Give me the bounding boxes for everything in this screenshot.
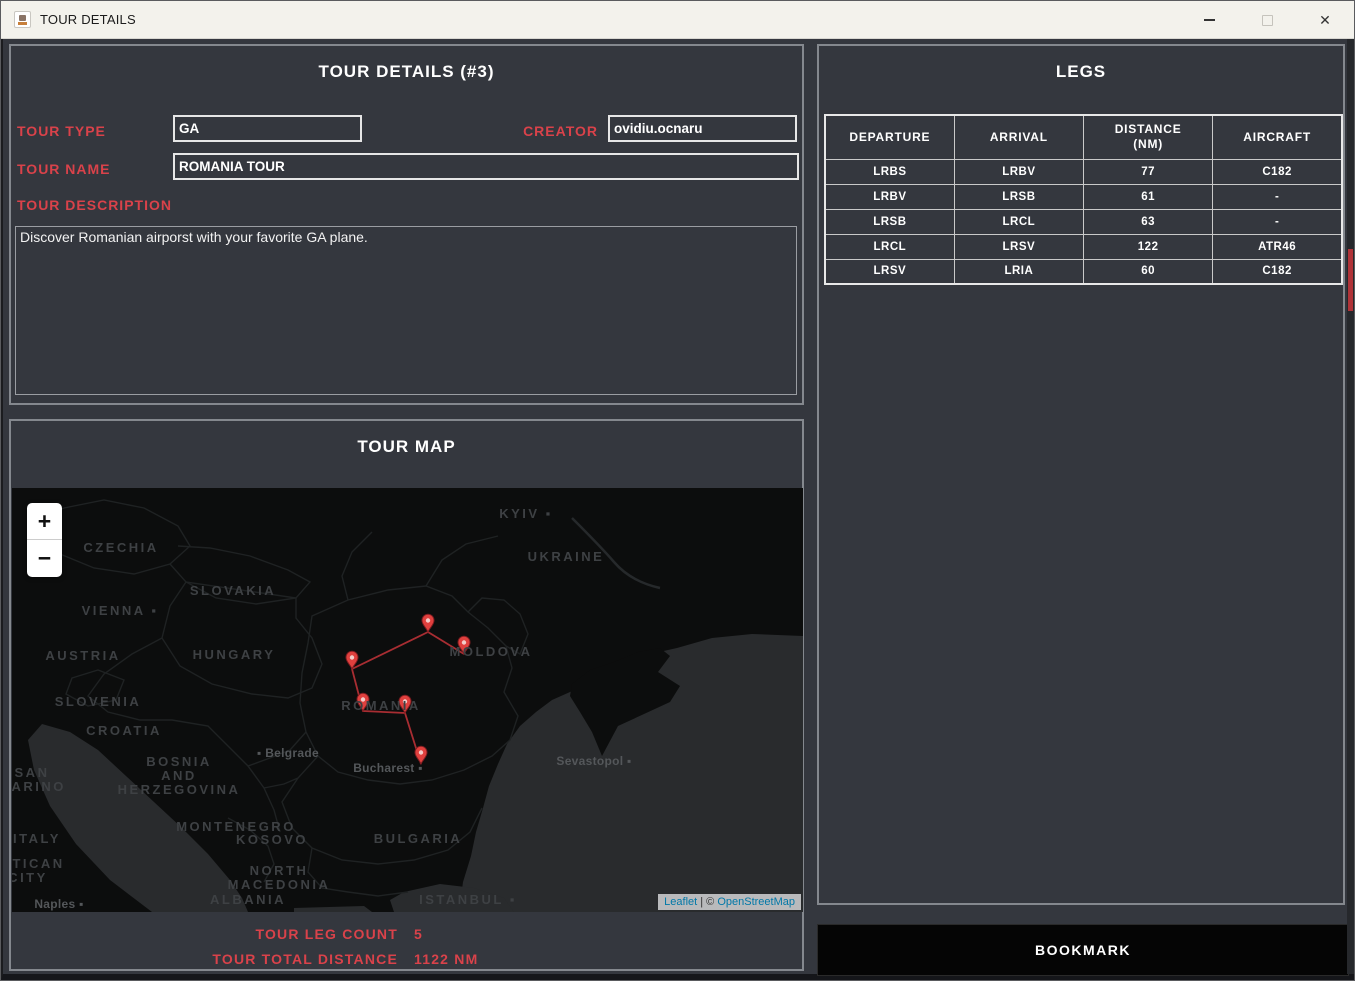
column-header: DISTANCE (NM) <box>1084 115 1213 159</box>
titlebar: TOUR DETAILS ✕ <box>1 1 1354 39</box>
legs-table: DEPARTUREARRIVALDISTANCE (NM)AIRCRAFT LR… <box>824 114 1343 285</box>
table-cell: LRSV <box>825 259 954 284</box>
tour-details-title: TOUR DETAILS (#3) <box>11 62 802 82</box>
bookmark-button[interactable]: BOOKMARK <box>817 924 1349 976</box>
map-attribution: Leaflet | © OpenStreetMap <box>658 894 801 910</box>
legs-panel: LEGS DEPARTUREARRIVALDISTANCE (NM)AIRCRA… <box>817 44 1345 905</box>
zoom-in-button[interactable]: + <box>27 503 62 540</box>
tour-description-textarea[interactable]: Discover Romanian airporst with your fav… <box>15 226 797 395</box>
table-cell: - <box>1213 209 1342 234</box>
table-cell: LRBS <box>825 159 954 184</box>
table-cell: LRSV <box>954 234 1083 259</box>
tour-type-input[interactable] <box>173 115 362 142</box>
maximize-button[interactable] <box>1238 1 1296 39</box>
stat-value: 5 <box>414 926 423 942</box>
table-cell: 61 <box>1084 184 1213 209</box>
table-cell: 77 <box>1084 159 1213 184</box>
stat-label: TOUR LEG COUNT <box>11 926 398 942</box>
tour-map-title: TOUR MAP <box>11 437 802 457</box>
zoom-out-button[interactable]: − <box>27 540 62 577</box>
tour-type-label: TOUR TYPE <box>17 118 106 144</box>
marker-dot <box>426 618 430 622</box>
close-button[interactable]: ✕ <box>1296 1 1354 39</box>
table-row: LRSVLRIA60C182 <box>825 259 1342 284</box>
window-title: TOUR DETAILS <box>40 12 136 27</box>
tour-description-label: TOUR DESCRIPTION <box>17 192 172 218</box>
column-header: AIRCRAFT <box>1213 115 1342 159</box>
maximize-icon <box>1262 15 1273 26</box>
openstreetmap-link[interactable]: OpenStreetMap <box>717 896 795 908</box>
column-header: ARRIVAL <box>954 115 1083 159</box>
main-content: TOUR DETAILS (#3) TOUR TYPE CREATOR TOUR… <box>1 39 1354 980</box>
creator-input[interactable] <box>608 115 797 142</box>
minimize-button[interactable] <box>1180 1 1238 39</box>
table-row: LRSBLRCL63- <box>825 209 1342 234</box>
app-window: TOUR DETAILS ✕ TOUR DETAILS (#3) TOUR TY… <box>0 0 1355 981</box>
tour-map-panel: TOUR MAP <box>9 419 804 971</box>
table-row: LRBVLRSB61- <box>825 184 1342 209</box>
marker-dot <box>350 655 354 659</box>
map-canvas[interactable]: CZECHIASLOVAKIAVIENNA ▪AUSTRIAHUNGARYSLO… <box>12 488 803 912</box>
column-header: DEPARTURE <box>825 115 954 159</box>
map-zoom-control: + − <box>27 503 62 577</box>
table-row: LRBSLRBV77C182 <box>825 159 1342 184</box>
table-cell: 122 <box>1084 234 1213 259</box>
copyright-symbol: © <box>706 896 717 908</box>
marker-dot <box>419 750 423 754</box>
table-cell: ATR46 <box>1213 234 1342 259</box>
table-cell: LRIA <box>954 259 1083 284</box>
tour-details-panel: TOUR DETAILS (#3) TOUR TYPE CREATOR TOUR… <box>9 44 804 405</box>
table-cell: LRSB <box>825 209 954 234</box>
stat-label: TOUR TOTAL DISTANCE <box>11 951 398 967</box>
table-cell: LRSB <box>954 184 1083 209</box>
table-cell: 63 <box>1084 209 1213 234</box>
tour-stats: TOUR LEG COUNT 5 TOUR TOTAL DISTANCE 1122 N… <box>11 921 802 971</box>
leaflet-link[interactable]: Leaflet <box>664 896 697 908</box>
table-cell: LRCL <box>954 209 1083 234</box>
stat-row: TOUR TOTAL DISTANCE 1122 NM <box>11 946 802 971</box>
map-geography <box>12 488 803 912</box>
stat-row: TOUR LEG COUNT 5 <box>11 921 802 946</box>
scrollbar-thumb[interactable] <box>1348 249 1353 311</box>
marker-dot <box>462 640 466 644</box>
table-cell: - <box>1213 184 1342 209</box>
app-icon <box>14 11 31 28</box>
table-cell: LRBV <box>954 159 1083 184</box>
window-scrollbar[interactable] <box>1347 39 1354 974</box>
tour-name-label: TOUR NAME <box>17 156 111 182</box>
table-cell: C182 <box>1213 259 1342 284</box>
close-icon: ✕ <box>1319 13 1331 27</box>
table-cell: C182 <box>1213 159 1342 184</box>
window-controls: ✕ <box>1180 1 1354 39</box>
minimize-icon <box>1204 19 1215 21</box>
table-cell: LRBV <box>825 184 954 209</box>
creator-label: CREATOR <box>491 118 598 144</box>
tour-name-input[interactable] <box>173 153 799 180</box>
attribution-separator: | <box>697 896 706 908</box>
table-row: LRCLLRSV122ATR46 <box>825 234 1342 259</box>
marker-dot <box>361 697 365 701</box>
marker-dot <box>403 699 407 703</box>
table-cell: 60 <box>1084 259 1213 284</box>
table-cell: LRCL <box>825 234 954 259</box>
legs-title: LEGS <box>819 62 1343 82</box>
stat-value: 1122 NM <box>414 951 478 967</box>
